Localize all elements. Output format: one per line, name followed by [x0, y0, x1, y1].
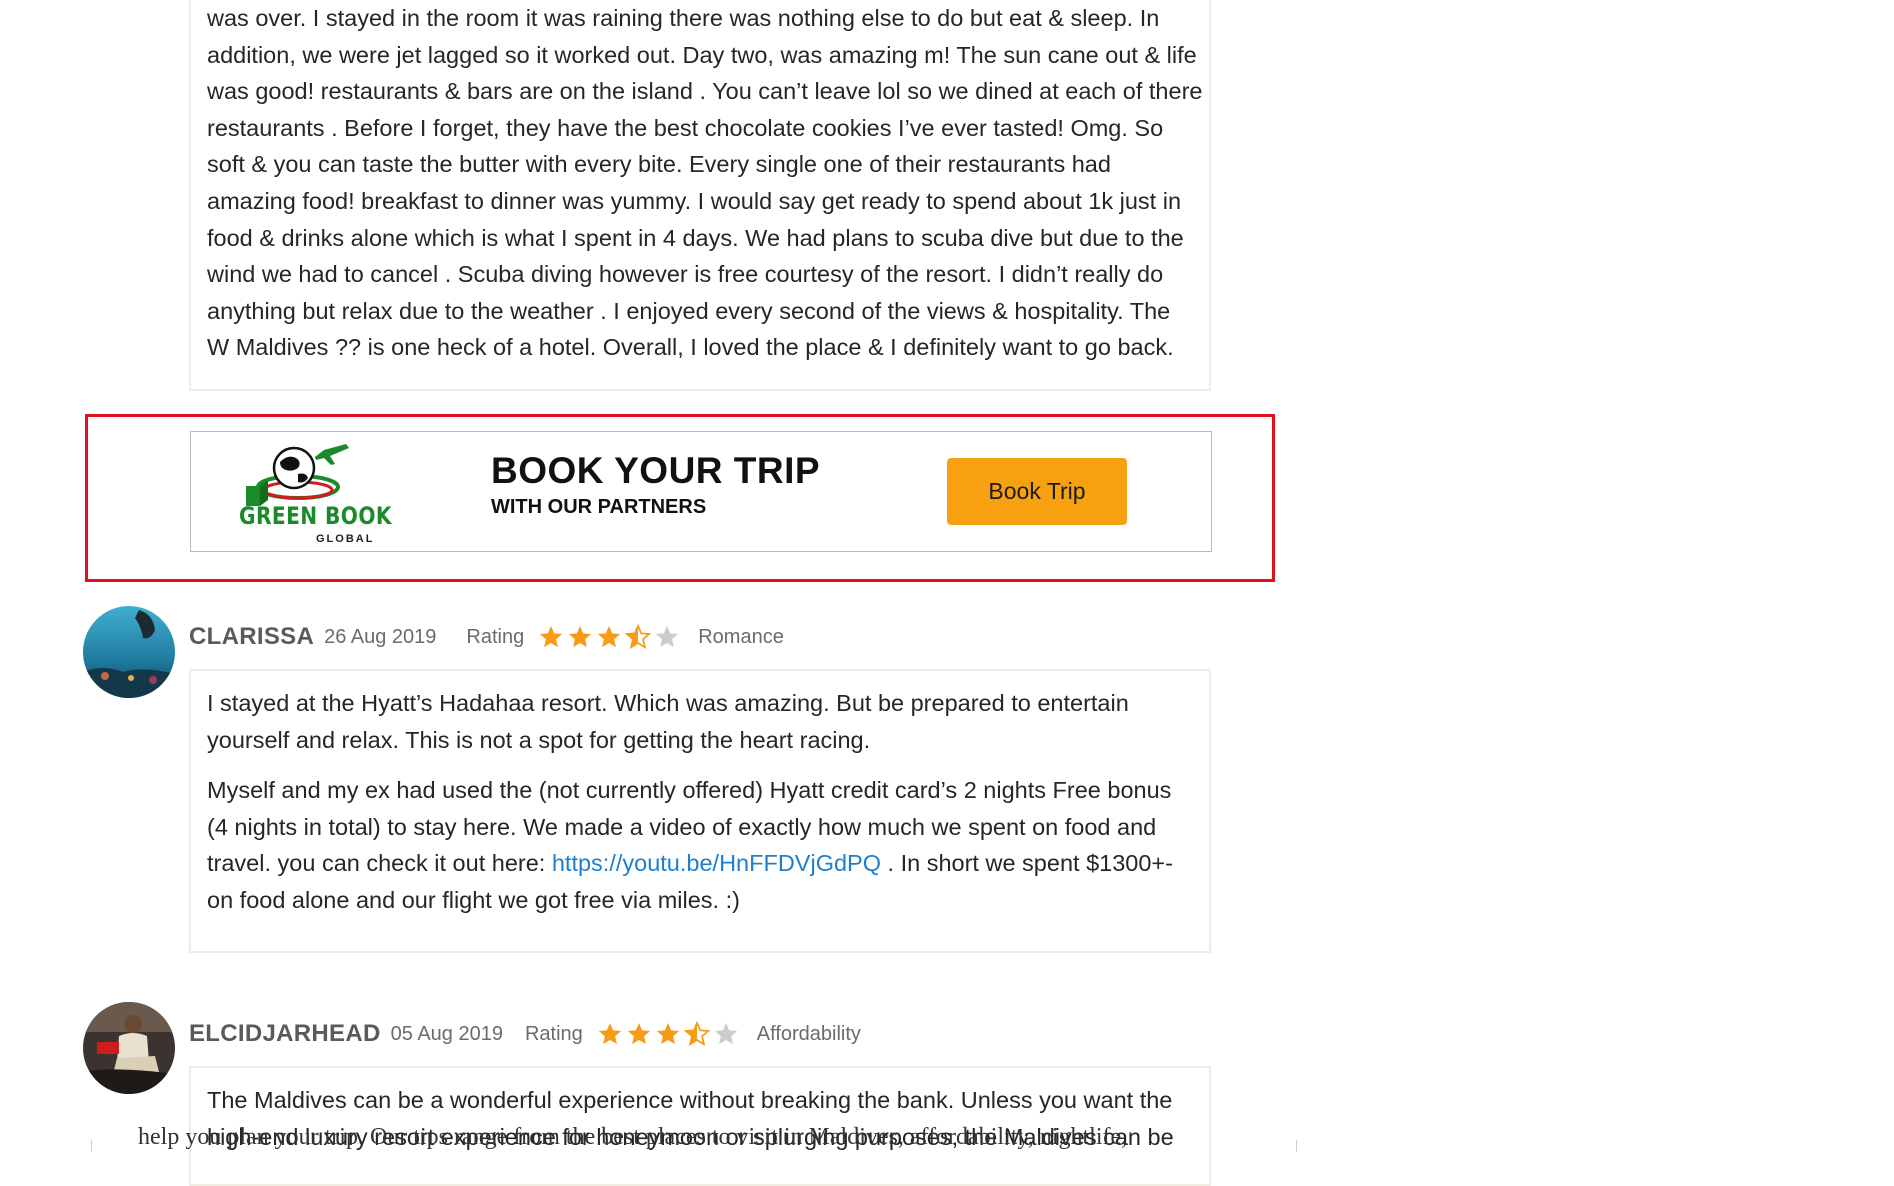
star-empty-icon — [713, 1021, 739, 1047]
banner-subtitle: WITH OUR PARTNERS — [491, 496, 707, 518]
star-filled-icon — [597, 1021, 623, 1047]
review-line: addition, we were jet lagged so it worke… — [207, 41, 1197, 68]
review-meta: ELCIDJARHEAD 05 Aug 2019 Rating Affordab… — [189, 1014, 861, 1054]
review-date: 26 Aug 2019 — [324, 625, 437, 648]
star-half-icon — [625, 624, 652, 650]
review-line: was over. I stayed in the room it was ra… — [207, 5, 1160, 31]
review-line: W Maldives ?? is one heck of a hotel. Ov… — [207, 334, 1174, 361]
avatar-person-image — [83, 1002, 175, 1094]
review-text-previous: was over. I stayed in the room it was ra… — [207, 0, 1203, 366]
star-rating — [597, 1021, 739, 1047]
banner-title: BOOK YOUR TRIP — [491, 450, 821, 491]
article-text-fragment: help you plan your trip. Our tips range … — [138, 1124, 1128, 1150]
rating-label: Rating — [466, 625, 525, 648]
logo-subtext: GLOBAL — [316, 533, 375, 545]
avatar[interactable] — [83, 1002, 175, 1094]
review-paragraph: I stayed at the Hyatt’s Hadahaa resort. … — [207, 690, 1129, 753]
avatar[interactable] — [83, 606, 175, 698]
review-tag: Romance — [698, 625, 784, 648]
star-filled-icon — [655, 1021, 681, 1047]
green-book-logo: GREEN BOOK GLOBAL — [191, 432, 451, 552]
divider — [1296, 1140, 1297, 1152]
reviewer-name[interactable]: ELCIDJARHEAD — [189, 1020, 381, 1048]
review-line: amazing food! breakfast to dinner was yu… — [207, 187, 1182, 214]
review-meta: CLARISSA 26 Aug 2019 Rating Romance — [189, 617, 784, 657]
divider — [91, 1140, 92, 1152]
star-filled-icon — [567, 624, 593, 650]
youtube-link[interactable]: https://youtu.be/HnFFDVjGdPQ — [552, 850, 881, 876]
globe-plane-icon — [246, 444, 349, 506]
star-half-icon — [683, 1021, 710, 1047]
review-body-previous: was over. I stayed in the room it was ra… — [189, 0, 1211, 391]
book-trip-banner[interactable]: GREEN BOOK GLOBAL BOOK YOUR TRIP WITH OU… — [190, 431, 1212, 552]
review-line: wind we had to cancel . Scuba diving how… — [207, 261, 1164, 288]
review-line: restaurants . Before I forget, they have… — [207, 114, 1164, 141]
review-line: was good! restaurants & bars are on the … — [207, 78, 1203, 105]
reviewer-name[interactable]: CLARISSA — [189, 623, 314, 651]
logo-text: GREEN BOOK — [239, 502, 392, 530]
review-line: anything but relax due to the weather . … — [207, 297, 1171, 324]
book-trip-button[interactable]: Book Trip — [947, 458, 1127, 525]
star-filled-icon — [626, 1021, 652, 1047]
review-body: I stayed at the Hyatt’s Hadahaa resort. … — [189, 669, 1211, 953]
rating-label: Rating — [524, 1022, 583, 1045]
review-date: 05 Aug 2019 — [390, 1022, 503, 1045]
star-filled-icon — [596, 624, 622, 650]
review-paragraph: Myself and my ex had used the (not curre… — [207, 772, 1192, 918]
review-line: food & drinks alone which is what I spen… — [207, 224, 1184, 251]
avatar-underwater-image — [83, 606, 175, 698]
star-empty-icon — [654, 624, 680, 650]
star-rating — [538, 624, 680, 650]
star-filled-icon — [538, 624, 564, 650]
review-tag: Affordability — [756, 1022, 861, 1045]
review-line: soft & you can taste the butter with eve… — [207, 151, 1111, 178]
